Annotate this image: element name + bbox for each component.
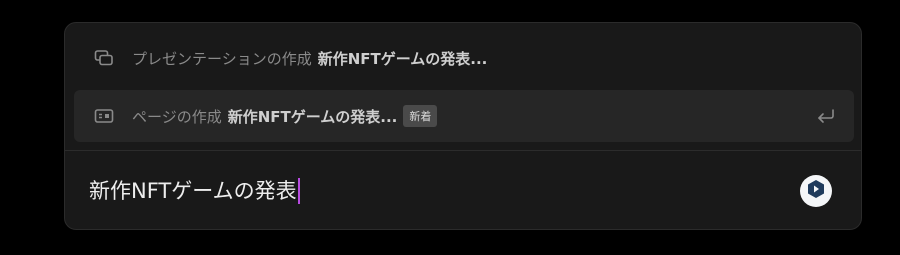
presentation-icon [92,46,116,70]
new-badge: 新着 [403,105,438,127]
prompt-input-row: 新作NFTゲームの発表 [65,151,861,229]
option-query-text: 新作NFTゲームの発表... [227,107,398,126]
page-card-icon [92,104,116,128]
create-presentation-option[interactable]: プレゼンテーションの作成 新作NFTゲームの発表... [74,32,854,84]
send-logo-icon [805,178,827,204]
send-button[interactable] [800,175,832,207]
prompt-input-value: 新作NFTゲームの発表 [89,179,297,203]
enter-return-icon [814,104,838,128]
create-page-option[interactable]: ページの作成 新作NFTゲームの発表... 新着 [74,90,854,142]
option-action-label: ページの作成 [132,107,222,126]
option-action-label: プレゼンテーションの作成 [132,49,312,68]
option-query-text: 新作NFTゲームの発表... [317,49,488,68]
command-palette: プレゼンテーションの作成 新作NFTゲームの発表... ページの作成 新作NFT… [64,22,862,230]
text-caret [297,178,300,204]
prompt-input[interactable]: 新作NFTゲームの発表 [89,176,300,206]
